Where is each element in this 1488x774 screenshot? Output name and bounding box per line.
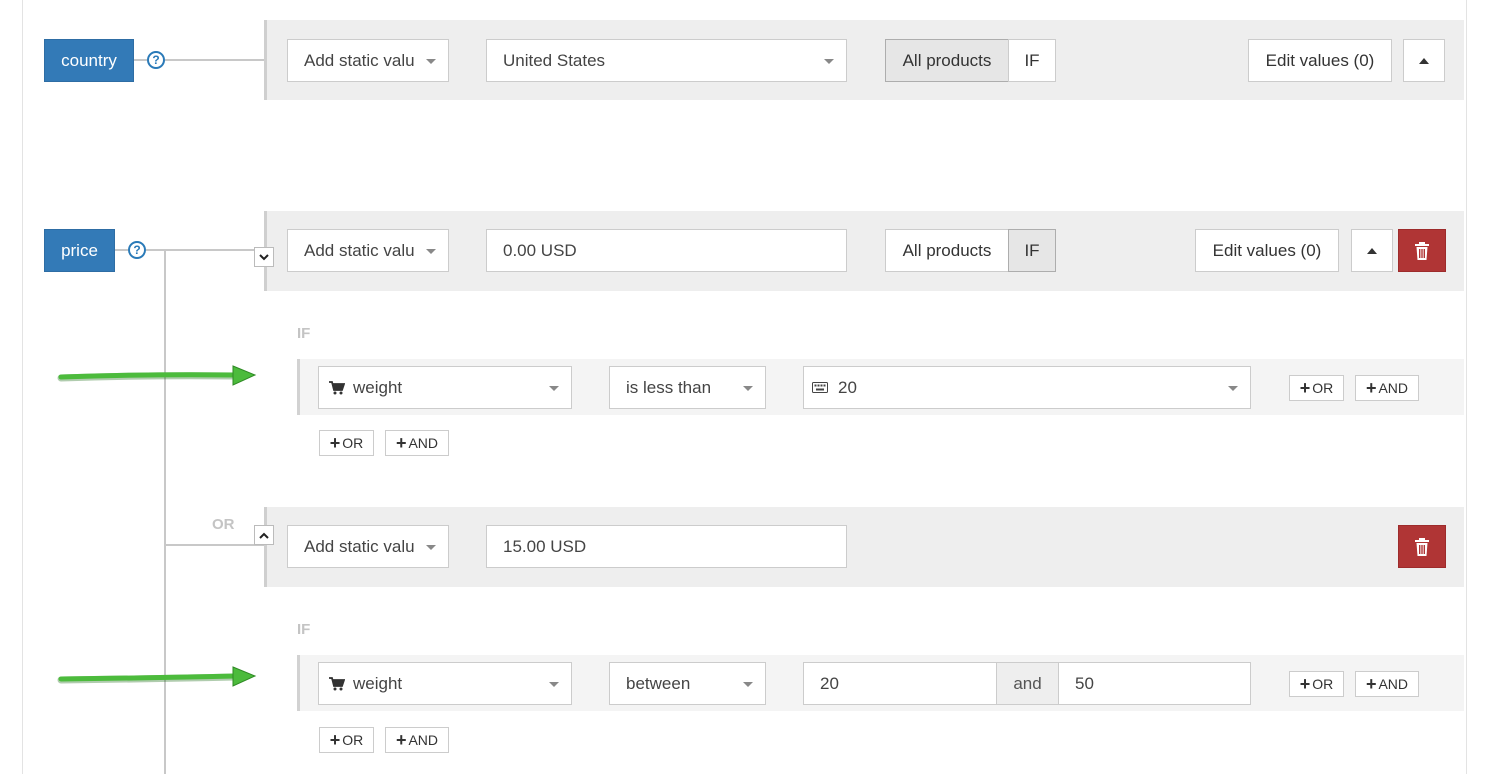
cart-icon: [329, 676, 345, 690]
country-if-button[interactable]: IF: [1008, 39, 1056, 82]
price-rule2-value-input[interactable]: 15.00 USD: [486, 525, 847, 568]
price-rule1-delete-button[interactable]: [1398, 229, 1446, 272]
caret-up-icon: [1419, 57, 1429, 64]
price-rule1-if-button[interactable]: IF: [1008, 229, 1056, 272]
keyboard-icon: [812, 382, 828, 393]
price-rule1-condition-or-button[interactable]: + OR: [1289, 375, 1344, 401]
trash-icon: [1415, 241, 1429, 260]
plus-icon: +: [1365, 378, 1377, 398]
caret-down-icon: [426, 545, 436, 550]
price-rule2-condition-or-button[interactable]: + OR: [1289, 671, 1344, 697]
chevron-up-icon[interactable]: [254, 525, 274, 545]
arrow-annotation-1: [57, 365, 257, 386]
country-edit-values-button[interactable]: Edit values (0): [1248, 39, 1392, 82]
caret-down-icon: [824, 59, 834, 64]
price-rule1-condition-value-select[interactable]: 20: [803, 366, 1251, 409]
price-rule1-group-or-button[interactable]: + OR: [319, 430, 374, 456]
price-rule2-delete-button[interactable]: [1398, 525, 1446, 568]
caret-down-icon: [549, 682, 559, 687]
cart-icon: [329, 380, 345, 394]
plus-icon: +: [1299, 674, 1311, 694]
panel-border-left: [22, 0, 23, 774]
arrow-annotation-2: [57, 666, 257, 687]
price-or-separator-label: OR: [212, 516, 235, 533]
caret-down-icon: [743, 386, 753, 391]
price-rule2-group-and-button[interactable]: + AND: [385, 727, 449, 753]
caret-down-icon: [549, 386, 559, 391]
panel-border-right: [1466, 0, 1467, 774]
plus-icon: +: [395, 433, 407, 453]
price-rule2-condition-and-button[interactable]: + AND: [1355, 671, 1419, 697]
tree-vertical-line: [164, 249, 166, 774]
connector-line: [115, 249, 128, 251]
connector-line: [134, 59, 147, 61]
caret-down-icon: [426, 249, 436, 254]
price-rule1-value-input[interactable]: 0.00 USD: [486, 229, 847, 272]
price-rule1-condition-operator-select[interactable]: is less than: [609, 366, 766, 409]
price-rule1-if-label: IF: [297, 325, 311, 342]
country-attribute-label: country: [44, 39, 134, 82]
price-help-icon[interactable]: ?: [128, 241, 146, 259]
price-rule2-source-select[interactable]: Add static valu: [287, 525, 449, 568]
price-rule1-condition-and-button[interactable]: + AND: [1355, 375, 1419, 401]
caret-up-icon: [1367, 247, 1377, 254]
price-rule1-collapse-button[interactable]: [1351, 229, 1393, 272]
price-rule1-edit-values-button[interactable]: Edit values (0): [1195, 229, 1339, 272]
plus-icon: +: [329, 433, 341, 453]
price-rule2-condition-to-input[interactable]: 50: [1058, 662, 1251, 705]
price-rule1-group-and-button[interactable]: + AND: [385, 430, 449, 456]
plus-icon: +: [1365, 674, 1377, 694]
price-rule2-condition-attribute-select[interactable]: weight: [318, 662, 572, 705]
price-rule2-condition-and-addon: and: [996, 662, 1059, 705]
price-rule2-condition-operator-select[interactable]: between: [609, 662, 766, 705]
price-rule1-condition-attribute-select[interactable]: weight: [318, 366, 572, 409]
trash-icon: [1415, 537, 1429, 556]
connector-line: [164, 544, 266, 546]
price-rule2-group-or-button[interactable]: + OR: [319, 727, 374, 753]
country-value-select[interactable]: United States: [486, 39, 847, 82]
chevron-down-icon[interactable]: [254, 247, 274, 267]
caret-down-icon: [1228, 386, 1238, 391]
country-all-products-button[interactable]: All products: [885, 39, 1009, 82]
caret-down-icon: [426, 59, 436, 64]
country-help-icon[interactable]: ?: [147, 51, 165, 69]
plus-icon: +: [329, 730, 341, 750]
country-collapse-button[interactable]: [1403, 39, 1445, 82]
price-rule1-all-products-button[interactable]: All products: [885, 229, 1009, 272]
price-rule1-source-select[interactable]: Add static valu: [287, 229, 449, 272]
price-rule2-if-label: IF: [297, 621, 311, 638]
price-attribute-label: price: [44, 229, 115, 272]
plus-icon: +: [395, 730, 407, 750]
connector-line: [165, 59, 266, 61]
plus-icon: +: [1299, 378, 1311, 398]
country-source-select[interactable]: Add static valu: [287, 39, 449, 82]
price-rule2-condition-from-input[interactable]: 20: [803, 662, 997, 705]
caret-down-icon: [743, 682, 753, 687]
